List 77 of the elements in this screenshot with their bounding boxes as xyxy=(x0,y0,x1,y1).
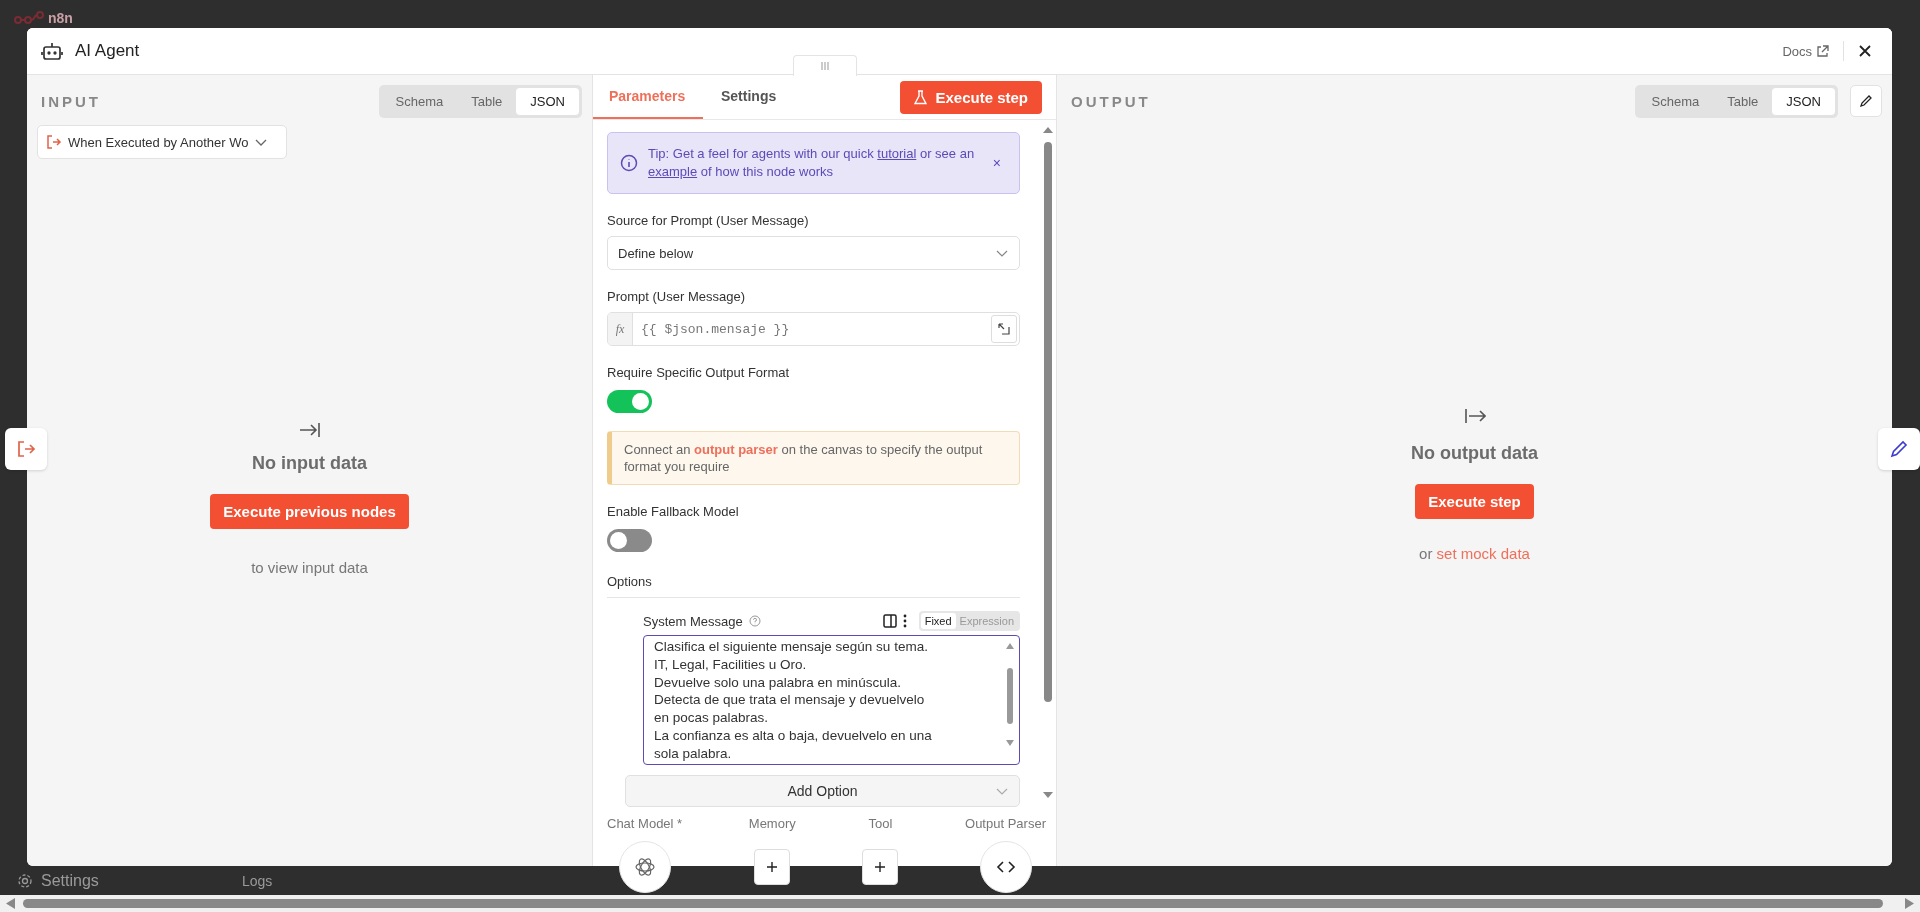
add-option-dropdown[interactable]: Add Option xyxy=(625,775,1020,807)
knot-icon xyxy=(633,856,656,878)
empty-title: No output data xyxy=(1411,443,1538,464)
toggle-switch[interactable] xyxy=(607,529,652,552)
code-icon xyxy=(995,860,1016,874)
chevron-down-icon xyxy=(254,137,269,147)
field-label: System Message xyxy=(643,613,743,629)
edit-button[interactable] xyxy=(1850,85,1882,117)
arrow-to-bar-icon xyxy=(298,421,321,439)
logo-icon xyxy=(14,11,44,25)
external-link-icon xyxy=(1816,44,1829,58)
empty-title: No input data xyxy=(252,453,367,474)
field-label: Require Specific Output Format xyxy=(607,365,791,380)
help-icon xyxy=(748,615,761,627)
scrollbar[interactable] xyxy=(0,895,1920,912)
view-tab[interactable]: Schema xyxy=(1637,87,1714,115)
view-tab[interactable]: Schema xyxy=(381,87,458,115)
panel-tab[interactable]: Settings xyxy=(703,75,795,119)
execute-step-button[interactable]: Execute step xyxy=(1415,484,1534,519)
dismiss-button[interactable]: × xyxy=(986,154,1007,172)
expand-icon xyxy=(998,323,1010,335)
pencil-icon xyxy=(1859,94,1873,108)
toggle-switch[interactable] xyxy=(607,390,652,413)
mode-option[interactable]: Fixed xyxy=(920,613,956,629)
fx-label: fx xyxy=(608,313,633,345)
add-node-button[interactable] xyxy=(754,849,791,885)
field-label: Enable Fallback Model xyxy=(607,504,740,519)
execute-step-button[interactable]: Execute step xyxy=(900,80,1042,114)
exit-arrow-icon xyxy=(16,439,36,459)
pencil-icon xyxy=(1889,439,1909,459)
plus-icon xyxy=(766,861,779,873)
execute-previous-button[interactable]: Execute previous nodes xyxy=(210,494,409,529)
more-icon[interactable] xyxy=(902,614,907,628)
connector-label: Memory xyxy=(748,816,796,831)
connector-label: Chat Model * xyxy=(607,816,683,831)
notice-text: Connect an output parser on the canvas to specify the output format you require xyxy=(607,431,1020,485)
connector-label: Output Parser xyxy=(965,816,1046,831)
plus-icon xyxy=(874,861,887,873)
exit-arrow-icon xyxy=(46,134,62,150)
panel-tab[interactable]: Parameters xyxy=(593,75,703,119)
logs-tab[interactable]: Logs xyxy=(242,872,273,889)
mock-data-link[interactable]: set mock data xyxy=(1436,545,1530,562)
chevron-down-icon xyxy=(995,786,1009,796)
gear-icon[interactable] xyxy=(17,872,33,889)
sidebar-item[interactable]: Settings xyxy=(41,871,99,890)
close-icon[interactable] xyxy=(1858,44,1872,58)
chevron-down-icon xyxy=(995,248,1009,258)
connector-label: Tool xyxy=(868,816,893,831)
robot-icon xyxy=(41,41,63,61)
source-dropdown[interactable]: When Executed by Another Wo xyxy=(37,125,287,159)
docs-link[interactable]: Docs xyxy=(1782,43,1829,59)
field-label: Source for Prompt (User Message) xyxy=(607,213,810,228)
view-tab[interactable]: Table xyxy=(457,87,517,115)
tip-text: Tip: Get a feel for agents with our quick tutorial or see an example of how this node works xyxy=(648,145,976,181)
flask-icon xyxy=(914,89,928,105)
view-tab[interactable]: JSON xyxy=(516,87,579,115)
prompt-source-select[interactable]: Define below xyxy=(607,236,1020,270)
panel-label: OUTPUT xyxy=(1070,92,1151,110)
empty-hint: or xyxy=(1419,545,1433,562)
window-title: AI Agent xyxy=(75,41,140,61)
field-label: Prompt (User Message) xyxy=(607,289,746,304)
app-logo: n8n xyxy=(14,10,73,28)
section-title: Options xyxy=(607,574,1020,598)
panel-label: INPUT xyxy=(40,92,101,110)
drag-handle[interactable] xyxy=(793,55,857,76)
input-toggle-button[interactable] xyxy=(5,428,47,470)
add-node-button[interactable] xyxy=(862,849,899,885)
split-view-icon[interactable] xyxy=(882,614,897,628)
info-icon xyxy=(620,154,638,172)
expand-button[interactable] xyxy=(991,315,1017,343)
empty-hint: to view input data xyxy=(251,559,368,576)
edit-output-button[interactable] xyxy=(1878,428,1920,470)
arrow-from-bar-icon xyxy=(1463,407,1486,425)
view-tab[interactable]: JSON xyxy=(1772,87,1835,115)
system-message-textarea[interactable]: Clasifica el siguiente mensaje según su tema. IT, Legal, Facilities u Oro. Devuelve solo una palabra en minúscula. Detecta de que trata el mensaje y devuelvelo en pocas palabras. La confianza es alta o baja, devuelvelo en una sola palabra. xyxy=(643,635,1020,765)
view-tab[interactable]: Table xyxy=(1713,87,1773,115)
prompt-input[interactable]: fx {{ $json.mensaje }} xyxy=(607,312,1020,346)
